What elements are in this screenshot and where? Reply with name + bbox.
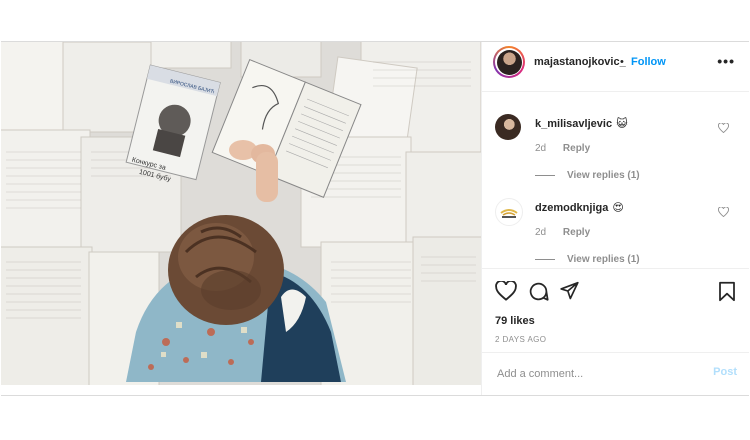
comment-icon[interactable] <box>528 281 549 302</box>
heart-icon[interactable] <box>495 281 517 301</box>
photo-illustration: Конкурс за 1001 бубу ВИРОСЛАВ БАЈИЋ <box>1 42 481 385</box>
comment-username[interactable]: dzemodknjiga 😍 <box>535 201 624 214</box>
comment-meta: 2d Reply <box>535 143 604 154</box>
view-replies-label[interactable]: View replies (1) <box>567 254 640 265</box>
more-options-icon[interactable]: ••• <box>717 53 735 69</box>
scroll-remnant: ﾠ <box>529 133 537 142</box>
comment-emoji: 😺 <box>616 118 628 130</box>
heart-icon[interactable] <box>718 207 729 217</box>
add-comment-bar: Post <box>482 352 749 393</box>
comment-input[interactable] <box>495 363 694 385</box>
comment-username-text[interactable]: k_milisavljevic <box>535 118 612 130</box>
view-replies-button[interactable]: View replies (1) <box>535 170 640 181</box>
view-replies-label[interactable]: View replies (1) <box>567 170 640 181</box>
post-photo[interactable]: Конкурс за 1001 бубу ВИРОСЛАВ БАЈИЋ <box>1 42 481 385</box>
commenter-avatar[interactable] <box>495 198 523 226</box>
author-username[interactable]: majastanojkovic_ <box>534 56 626 68</box>
knjiga-logo-icon <box>500 209 518 218</box>
view-replies-button[interactable]: View replies (1) <box>535 254 640 265</box>
author-avatar[interactable] <box>493 46 525 78</box>
comment-time: 2d <box>535 143 547 154</box>
avatar-image <box>496 49 522 75</box>
post-time-ago: 2 DAYS AGO <box>495 335 547 344</box>
commenter-avatar[interactable] <box>495 114 521 140</box>
bookmark-icon[interactable] <box>718 281 736 302</box>
comment-username-text[interactable]: dzemodknjiga <box>535 202 608 214</box>
heart-icon[interactable] <box>718 123 729 133</box>
comment-username[interactable]: k_milisavljevic 😺 <box>535 117 628 130</box>
reply-button[interactable]: Reply <box>563 143 590 154</box>
post-comment-button[interactable]: Post <box>713 366 737 378</box>
post-sidebar: majastanojkovic_ • Follow ••• ﾠ k_milisa… <box>481 42 749 395</box>
post-header: majastanojkovic_ • Follow ••• <box>482 42 749 92</box>
comment-meta: 2d Reply <box>535 227 604 238</box>
post-actions: 79 likes 2 DAYS AGO Post <box>482 268 749 395</box>
avatar-frame <box>495 48 523 76</box>
header-separator: • <box>620 56 624 68</box>
follow-button[interactable]: Follow <box>631 56 666 68</box>
comments-list[interactable]: ﾠ k_milisavljevic 😺 2d Reply View replies… <box>482 92 749 268</box>
comment-time: 2d <box>535 227 547 238</box>
replies-line <box>535 174 555 176</box>
action-icons <box>495 281 735 303</box>
likes-count[interactable]: 79 likes <box>495 315 535 327</box>
share-icon[interactable] <box>559 281 580 301</box>
reply-button[interactable]: Reply <box>563 227 590 238</box>
comment-emoji: 😍 <box>612 202 624 214</box>
replies-line <box>535 258 555 260</box>
instagram-post: Конкурс за 1001 бубу ВИРОСЛАВ БАЈИЋ maja… <box>1 41 749 396</box>
